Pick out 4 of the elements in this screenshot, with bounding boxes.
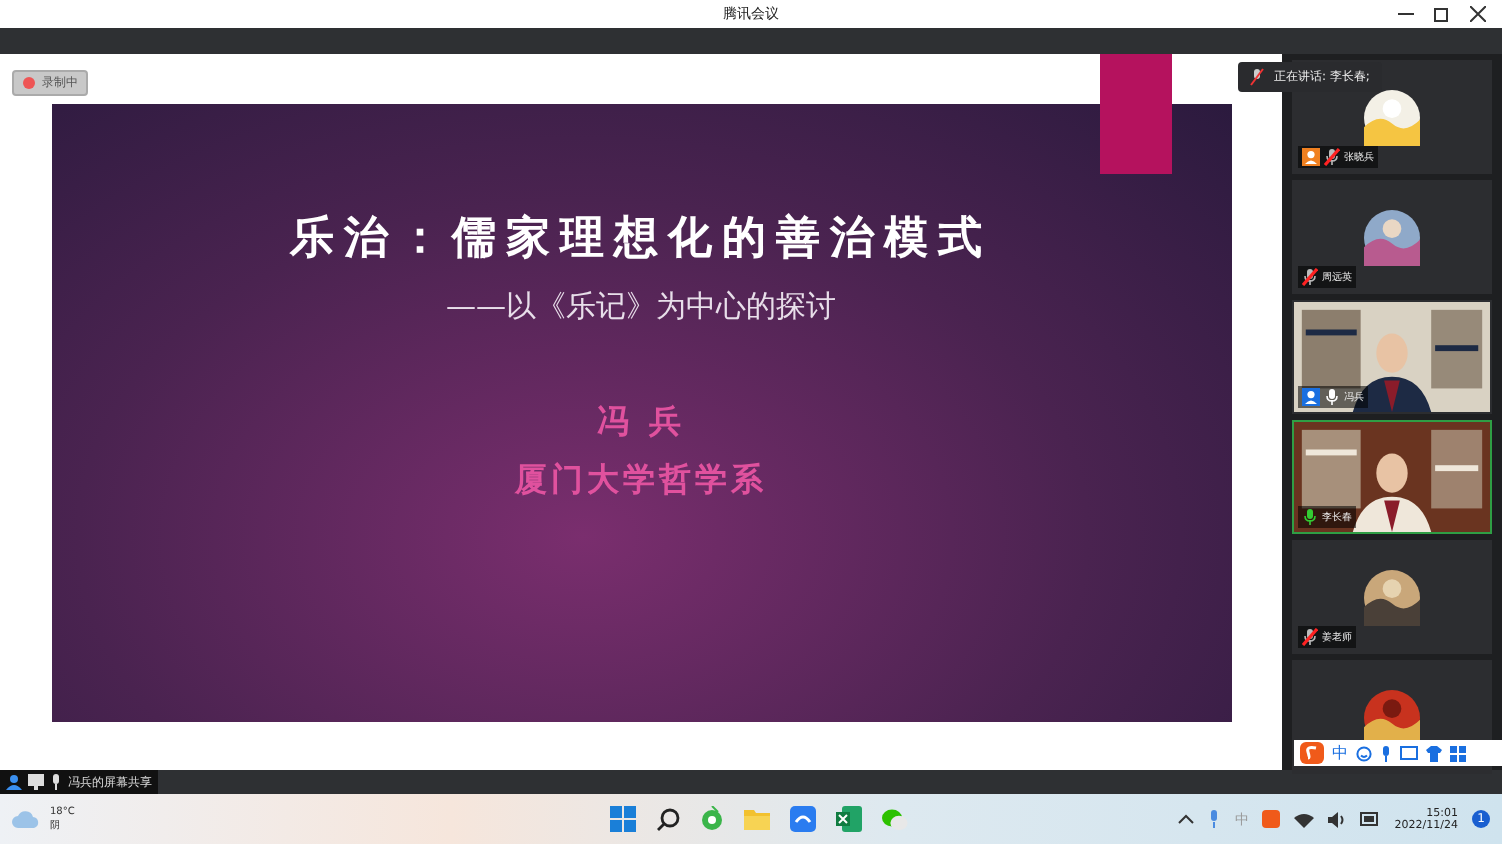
slide-affiliation: 厦门大学哲学系 bbox=[515, 460, 767, 502]
slide-author: 冯 兵 bbox=[597, 402, 685, 444]
slide-subtitle: ——以《乐记》为中心的探讨 bbox=[446, 288, 836, 326]
slide-title: 乐治：儒家理想化的善治模式 bbox=[290, 210, 992, 268]
